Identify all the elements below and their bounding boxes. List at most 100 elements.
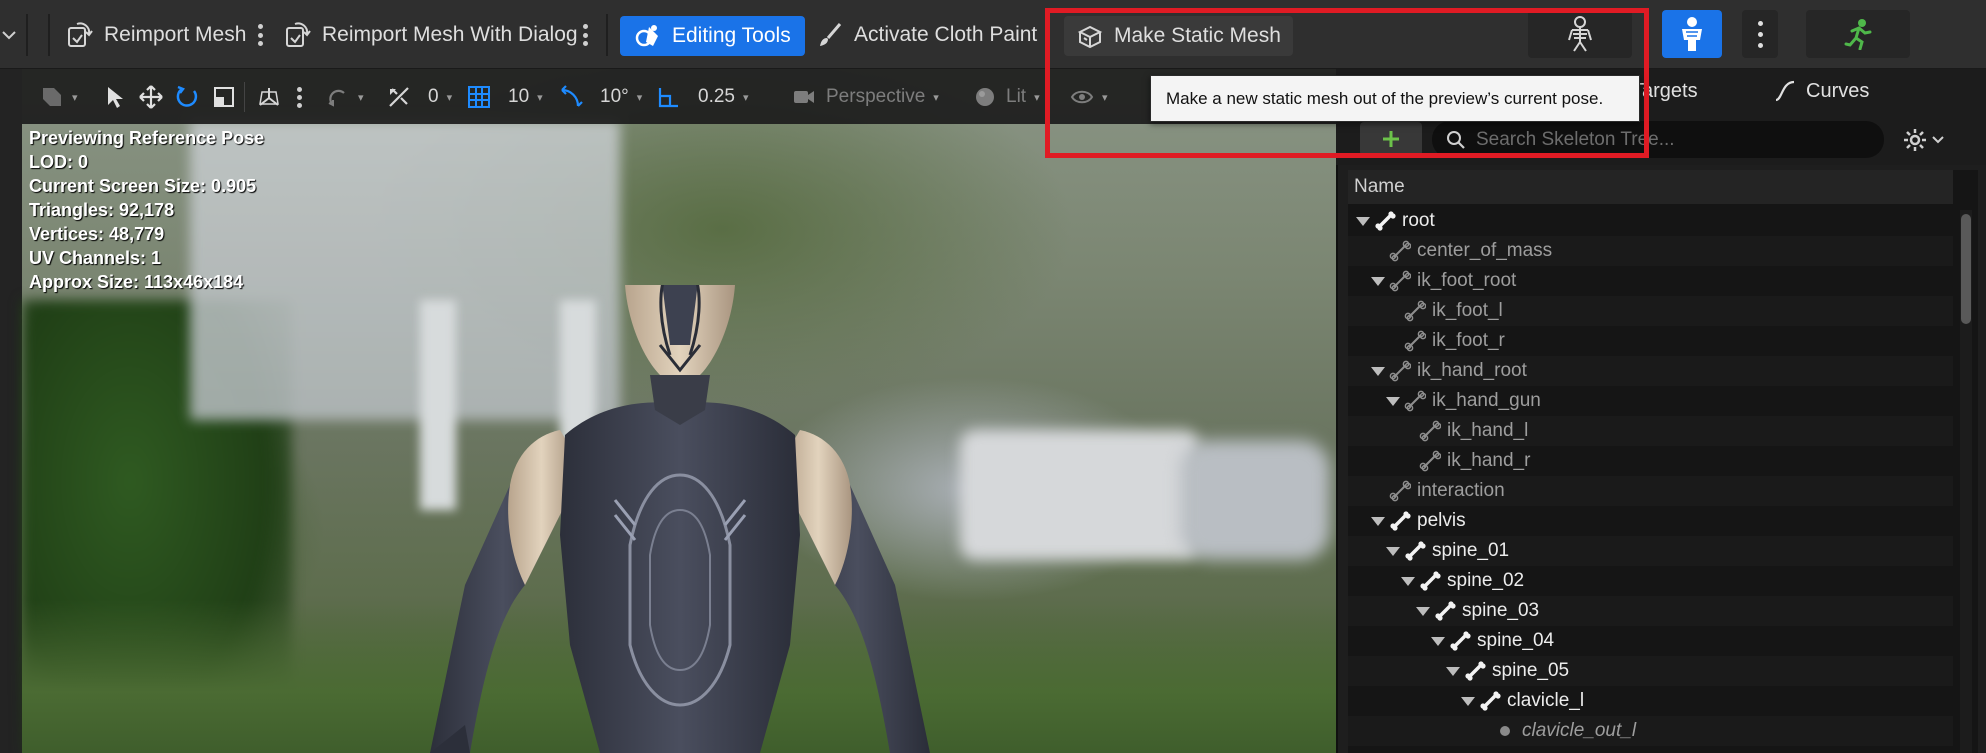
grid-snap-value: 10	[508, 86, 530, 107]
reimport-dialog-options-kebab[interactable]	[578, 18, 592, 52]
tree-row-spine-03[interactable]: spine_03	[1348, 596, 1953, 626]
view-mode-dropdown[interactable]: Lit ▾	[974, 82, 1040, 112]
toolbar-divider	[606, 14, 608, 56]
tree-row-label: clavicle_l	[1507, 690, 1585, 711]
tree-column-header[interactable]: Name	[1348, 170, 1953, 204]
expand-arrow-icon[interactable]	[1431, 636, 1445, 646]
stats-uv-channels: UV Channels: 1	[29, 248, 162, 268]
stats-vertices: Vertices: 48,779	[29, 224, 165, 244]
tree-row-spine-04[interactable]: spine_04	[1348, 626, 1953, 656]
tree-row-clavicle-l[interactable]: clavicle_l	[1348, 686, 1953, 716]
tree-row-ik-hand-l[interactable]: ik_hand_l	[1348, 416, 1953, 446]
make-static-mesh-label: Make Static Mesh	[1114, 24, 1281, 47]
bone-icon	[1404, 540, 1426, 562]
expand-arrow-icon[interactable]	[1401, 576, 1415, 586]
animation-mode-button[interactable]	[1806, 10, 1910, 58]
tree-row-ik-hand-root[interactable]: ik_hand_root	[1348, 356, 1953, 386]
tree-row-center-of-mass[interactable]: center_of_mass	[1348, 236, 1953, 266]
reimport-mesh-dialog-label: Reimport Mesh With Dialog	[322, 22, 578, 46]
tree-row-spine-01[interactable]: spine_01	[1348, 536, 1953, 566]
viewport-options-button[interactable]: ▾	[40, 82, 78, 112]
bone-icon	[1404, 300, 1426, 322]
expand-arrow-icon[interactable]	[1356, 216, 1370, 226]
coordinate-system-button[interactable]	[256, 82, 282, 112]
surface-snapping-button[interactable]: ▾	[324, 82, 364, 112]
scale-tool-button[interactable]	[212, 82, 236, 112]
editing-tools-button[interactable]: Editing Tools	[620, 16, 805, 56]
expand-arrow-icon[interactable]	[1446, 666, 1460, 676]
tree-row-clavicle-out-l[interactable]: clavicle_out_l	[1348, 716, 1953, 746]
expand-arrow-icon[interactable]	[1371, 516, 1385, 526]
plus-icon	[1381, 129, 1401, 149]
translate-tool-button[interactable]	[138, 82, 164, 112]
tree-row-ik-hand-r[interactable]: ik_hand_r	[1348, 446, 1953, 476]
tree-row-root[interactable]: root	[1348, 206, 1953, 236]
skeleton-icon	[1565, 16, 1595, 52]
tree-row-ik-foot-r[interactable]: ik_foot_r	[1348, 326, 1953, 356]
skeleton-search-field[interactable]	[1432, 121, 1884, 158]
skeleton-mode-button[interactable]	[1528, 10, 1632, 58]
skeleton-search-input[interactable]	[1476, 128, 1856, 151]
mesh-mode-button[interactable]	[1662, 10, 1722, 58]
tree-row-spine-02[interactable]: spine_02	[1348, 566, 1953, 596]
move-arrows-icon	[138, 84, 164, 110]
angle-snap-toggle[interactable]: 10° ▾	[558, 82, 642, 112]
expand-arrow-icon[interactable]	[1371, 276, 1385, 286]
tree-row-ik-hand-gun[interactable]: ik_hand_gun	[1348, 386, 1953, 416]
tab-targets-label: Targets	[1632, 79, 1698, 102]
toolbar-menu-chevron[interactable]	[2, 12, 16, 57]
running-figure-icon	[1843, 18, 1873, 50]
tab-morph-targets[interactable]: Targets	[1632, 76, 1698, 106]
paint-brush-icon	[816, 21, 844, 49]
expand-arrow-icon[interactable]	[1386, 396, 1400, 406]
reimport-options-kebab[interactable]	[253, 18, 267, 52]
bone-icon	[1449, 630, 1471, 652]
expand-arrow-icon[interactable]	[1386, 546, 1400, 556]
tree-row-ik-foot-root[interactable]: ik_foot_root	[1348, 266, 1953, 296]
toolbar-divider	[26, 14, 28, 56]
tree-row-label: ik_foot_l	[1432, 300, 1503, 321]
grid-snap-toggle[interactable]: 10 ▾	[466, 82, 543, 112]
tree-settings-button[interactable]	[1902, 124, 1962, 156]
expand-arrow-icon[interactable]	[1461, 696, 1475, 706]
tree-row-label: ik_hand_l	[1447, 420, 1529, 441]
tab-curves[interactable]: Curves	[1774, 76, 1869, 106]
tree-row-label: root	[1402, 210, 1435, 231]
surface-snap-icon	[324, 84, 350, 110]
tree-row-label: clavicle_out_l	[1522, 720, 1637, 741]
tree-scrollbar-thumb[interactable]	[1961, 214, 1971, 324]
tree-row-label: spine_05	[1492, 660, 1570, 681]
tab-curves-label: Curves	[1806, 79, 1870, 102]
activate-cloth-paint-button[interactable]: Activate Cloth Paint	[816, 12, 1037, 57]
bone-icon	[1389, 240, 1411, 262]
tree-row-spine-05[interactable]: spine_05	[1348, 656, 1953, 686]
reimport-mesh-dialog-button[interactable]: Reimport Mesh With Dialog	[282, 12, 578, 57]
rotation-snap-toggle[interactable]: 0 ▾	[386, 82, 452, 112]
perspective-dropdown[interactable]: Perspective ▾	[792, 82, 939, 112]
bone-icon	[1389, 360, 1411, 382]
add-bone-button[interactable]	[1360, 122, 1422, 156]
show-flags-dropdown[interactable]: ▾	[1070, 82, 1108, 112]
editing-tools-label: Editing Tools	[672, 24, 791, 47]
reimport-mesh-button[interactable]: Reimport Mesh	[64, 12, 246, 57]
mode-options-kebab[interactable]	[1742, 10, 1778, 58]
character-mesh-preview	[360, 285, 1000, 753]
kebab-dot	[297, 103, 302, 108]
select-tool-button[interactable]	[104, 82, 126, 112]
viewport-stats-overlay: Previewing Reference Pose LOD: 0 Current…	[29, 126, 264, 294]
rotate-tool-button[interactable]	[174, 82, 200, 112]
expand-arrow-icon[interactable]	[1416, 606, 1430, 616]
tree-row-pelvis[interactable]: pelvis	[1348, 506, 1953, 536]
gear-icon	[1902, 127, 1928, 153]
make-static-mesh-button[interactable]: Make Static Mesh	[1064, 16, 1293, 56]
tree-row-label: spine_03	[1462, 600, 1540, 621]
scale-snap-icon	[656, 84, 682, 110]
bone-icon	[1404, 330, 1426, 352]
tree-row-interaction[interactable]: interaction	[1348, 476, 1953, 506]
tree-row-ik-foot-l[interactable]: ik_foot_l	[1348, 296, 1953, 326]
expand-arrow-icon[interactable]	[1371, 366, 1385, 376]
scale-snap-toggle[interactable]: 0.25 ▾	[656, 82, 749, 112]
